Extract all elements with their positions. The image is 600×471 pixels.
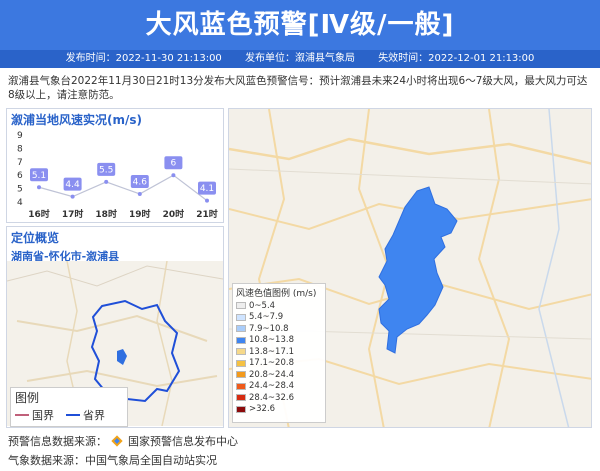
weather-source: 气象数据来源：中国气象局全国自动站实况: [8, 454, 217, 467]
wind-value-label: 6: [171, 159, 177, 169]
wind-legend-item: 17.1~20.8: [236, 358, 322, 370]
wind-legend-item: 24.4~28.4: [236, 381, 322, 393]
warning-source-label: 预警信息数据来源：: [8, 435, 107, 448]
warning-county-area[interactable]: [378, 186, 458, 354]
legend-title: 图例: [15, 391, 40, 405]
wind-point: [37, 185, 41, 190]
wind-speed-panel: 溆浦当地风速实况(m/s) 987654 5.1 4.4 5.5 4.6 6 4.1 16…: [6, 108, 224, 223]
wind-legend-label: 28.4~32.6: [249, 392, 294, 403]
wind-legend-title: 风速色值图例 (m/s): [236, 289, 317, 299]
national-border-swatch: [15, 414, 29, 416]
map-legend: 图例 国界 省界: [10, 387, 128, 427]
y-tick-label: 4: [17, 198, 23, 208]
y-tick-label: 8: [17, 144, 23, 154]
wind-point: [137, 191, 142, 196]
province-border-swatch: [66, 414, 80, 416]
wind-legend-swatch: [236, 371, 246, 379]
location-panel: 定位概览 湖南省-怀化市-溆浦县 图例 国界 省界: [6, 226, 224, 428]
wind-legend-label: >32.6: [249, 404, 276, 415]
wind-value-label: 5.1: [32, 171, 46, 181]
warning-meta-bar: 发布时间：2022-11-30 21:13:00 发布单位：溆浦县气象局 失效时…: [0, 50, 600, 68]
hour-label: 16时: [28, 208, 50, 220]
wind-legend-swatch: [236, 359, 246, 367]
legend-national: 国界: [32, 409, 54, 422]
wind-legend-item: 5.4~7.9: [236, 312, 322, 324]
wind-legend-label: 0~5.4: [249, 300, 276, 311]
location-title: 定位概览: [11, 231, 60, 245]
warning-title-banner: 大风蓝色预警[Ⅳ级/一般]: [0, 0, 600, 50]
y-tick-label: 5: [17, 185, 23, 195]
wind-legend-item: 20.8~24.4: [236, 369, 322, 381]
wind-value-label: 5.5: [99, 165, 113, 175]
wind-legend-item: 10.8~13.8: [236, 335, 322, 347]
hour-label: 20时: [163, 208, 185, 220]
y-tick-label: 9: [17, 131, 23, 141]
wind-legend-item: 7.9~10.8: [236, 323, 322, 335]
wind-point: [70, 194, 75, 199]
wind-legend-item: 0~5.4: [236, 300, 322, 312]
hour-label: 17时: [62, 208, 84, 220]
wind-legend-item: 13.8~17.1: [236, 346, 322, 358]
wind-legend-item: 28.4~32.6: [236, 392, 322, 404]
wind-legend-label: 7.9~10.8: [249, 323, 289, 334]
wind-legend-swatch: [236, 336, 246, 344]
wind-legend-swatch: [236, 405, 246, 413]
expire-time: 失效时间：2022-12-01 21:13:00: [378, 53, 535, 64]
warning-source: 预警信息数据来源： 国家预警信息发布中心: [8, 433, 238, 449]
wind-legend-label: 10.8~13.8: [249, 335, 294, 346]
publish-time: 发布时间：2022-11-30 21:13:00: [65, 53, 222, 64]
publisher: 发布单位：溆浦县气象局: [245, 53, 355, 64]
wind-point: [171, 173, 176, 178]
wind-color-legend: 风速色值图例 (m/s) 0~5.4 5.4~7.9 7.9~10.8 10.8~13…: [232, 283, 326, 423]
wind-legend-item: >32.6: [236, 404, 322, 416]
wind-point: [205, 198, 209, 203]
hour-label: 18时: [95, 208, 117, 220]
wind-speed-chart: 9 8 7 6 5 4 5.1 4.4 5.5 4.6 6 4.1 16时 17时 18时 19时 20时 2…: [17, 131, 218, 220]
wind-point: [104, 179, 109, 184]
warning-description: 溆浦县气象台2022年11月30日21时13分发布大风蓝色预警信号：预计溆浦县未…: [8, 75, 588, 101]
hour-label: 21时: [196, 208, 218, 220]
wind-value-label: 4.6: [133, 177, 148, 187]
wind-legend-swatch: [236, 348, 246, 356]
y-tick-label: 7: [17, 158, 23, 168]
hour-label: 19时: [129, 208, 151, 220]
warning-center-logo-icon: [110, 435, 123, 447]
y-tick-label: 6: [17, 171, 23, 181]
wind-legend-label: 5.4~7.9: [249, 312, 284, 323]
wind-legend-label: 24.4~28.4: [249, 381, 294, 392]
county-highlight: [117, 349, 127, 365]
wind-legend-swatch: [236, 325, 246, 333]
wind-value-label: 4.1: [200, 184, 214, 194]
wind-legend-swatch: [236, 382, 246, 390]
wind-legend-label: 20.8~24.4: [249, 369, 294, 380]
warning-source-name: 国家预警信息发布中心: [128, 435, 238, 448]
wind-legend-label: 13.8~17.1: [249, 346, 294, 357]
wind-legend-label: 17.1~20.8: [249, 358, 294, 369]
wind-legend-swatch: [236, 313, 246, 321]
legend-province: 省界: [83, 409, 105, 422]
wind-legend-swatch: [236, 394, 246, 402]
warning-title: 大风蓝色预警[Ⅳ级/一般]: [145, 10, 455, 40]
wind-legend-swatch: [236, 302, 246, 310]
wind-value-label: 4.4: [65, 180, 80, 190]
